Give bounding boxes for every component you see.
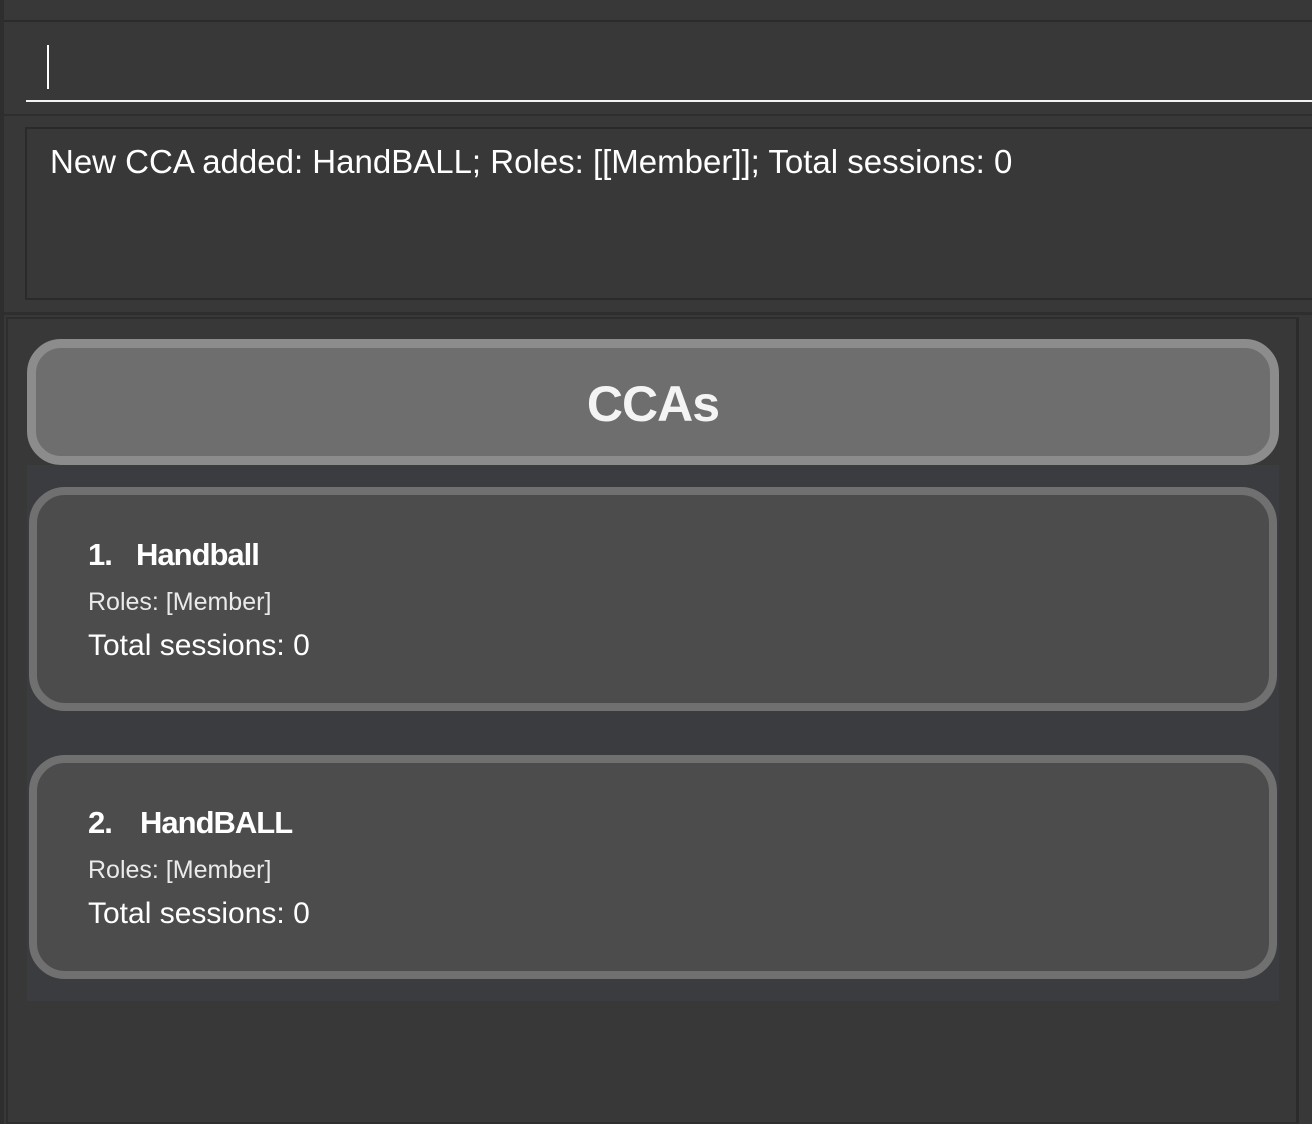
command-input[interactable] [26,44,1312,102]
cca-list-title: CCAs [586,376,720,432]
cca-list-header: CCAs [27,339,1279,465]
cca-card-title: 2. HandBALL [88,805,293,841]
cca-card-sessions: Total sessions: 0 [88,629,310,662]
cca-card[interactable]: 1. Handball Roles: [Member] Total session… [29,487,1277,711]
result-display: New CCA added: HandBALL; Roles: [[Member… [25,127,1312,300]
cca-card-sessions: Total sessions: 0 [88,897,310,930]
app-window: New CCA added: HandBALL; Roles: [[Member… [0,0,1312,1124]
cca-card-index: 2. [88,805,113,840]
command-box-area [4,22,1312,116]
cca-card-name: Handball [136,537,260,572]
menu-bar [0,0,1312,22]
cca-list[interactable]: 1. Handball Roles: [Member] Total session… [27,465,1279,1001]
result-message: New CCA added: HandBALL; Roles: [[Member… [50,143,1013,180]
cca-card[interactable]: 2. HandBALL Roles: [Member] Total session… [29,755,1277,979]
section-divider [4,312,1312,315]
window-edge [0,0,4,1124]
cca-card-title: 1. Handball [88,537,260,573]
cca-card-index: 1. [88,537,113,572]
cca-card-roles: Roles: [Member] [88,588,272,616]
text-caret [47,45,49,89]
cca-card-name: HandBALL [140,805,293,840]
cca-card-roles: Roles: [Member] [88,856,272,884]
